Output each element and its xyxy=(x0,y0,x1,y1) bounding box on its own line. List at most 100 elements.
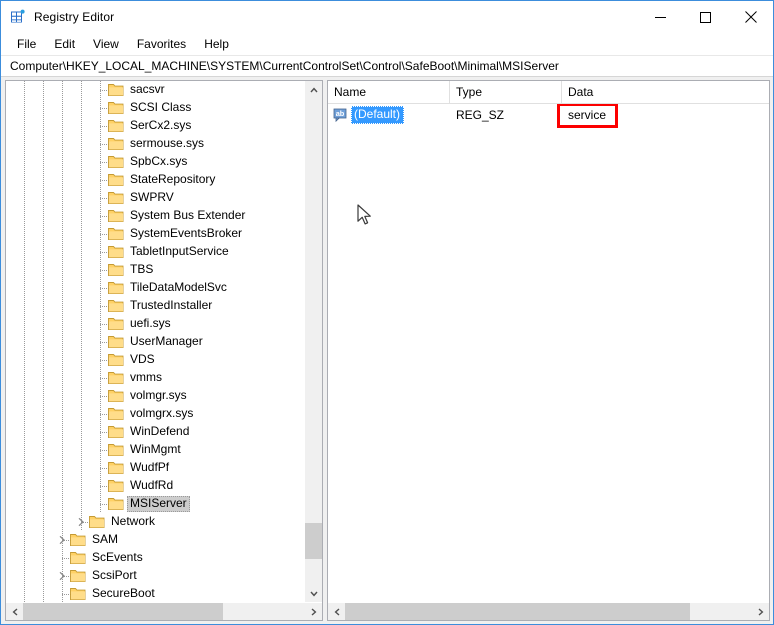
value-list[interactable]: ab (Default) REG_SZ service xyxy=(328,104,769,126)
list-hscroll-thumb[interactable] xyxy=(345,603,690,620)
window-controls xyxy=(638,1,773,33)
tree-item-staterepository[interactable]: StateRepository xyxy=(6,171,304,189)
tree-item-scsi-class[interactable]: SCSI Class xyxy=(6,99,304,117)
value-list-header: Name Type Data xyxy=(328,81,769,104)
menu-item-view[interactable]: View xyxy=(84,35,128,54)
tree-guide-line xyxy=(43,315,44,333)
tree-item-scevents[interactable]: ScEvents xyxy=(6,549,304,567)
tree-item-vmms[interactable]: vmms xyxy=(6,369,304,387)
close-button[interactable] xyxy=(728,1,773,33)
tree-hscroll-thumb[interactable] xyxy=(23,603,223,620)
list-hscroll-track[interactable] xyxy=(345,603,752,620)
value-list-scroll-area: ab (Default) REG_SZ service xyxy=(328,104,769,602)
tree-item-sacsvr[interactable]: sacsvr xyxy=(6,81,304,99)
tree-horizontal-scrollbar[interactable] xyxy=(6,602,322,620)
tree-item-usermanager[interactable]: UserManager xyxy=(6,333,304,351)
tree-item-volmgrx-sys[interactable]: volmgrx.sys xyxy=(6,405,304,423)
column-header-data[interactable]: Data xyxy=(562,81,769,103)
folder-icon xyxy=(108,191,124,205)
tree-item-label: TileDataModelSvc xyxy=(130,280,227,294)
tree-item-label: ScsiPort xyxy=(92,568,137,582)
tree-scroll-right-button[interactable] xyxy=(305,603,322,620)
tree-scroll-area: sacsvr SCSI Class SerCx2.sys sermouse.sys Sp… xyxy=(6,81,304,602)
tree-guide-line xyxy=(81,99,82,117)
tree-item-wudfpf[interactable]: WudfPf xyxy=(6,459,304,477)
menu-item-help[interactable]: Help xyxy=(195,35,238,54)
tree-scroll-left-button[interactable] xyxy=(6,603,23,620)
tree-guide-line xyxy=(43,189,44,207)
folder-icon xyxy=(108,371,124,385)
minimize-button[interactable] xyxy=(638,1,683,33)
menu-item-favorites[interactable]: Favorites xyxy=(128,35,195,54)
tree-item-sam[interactable]: SAM xyxy=(6,531,304,549)
tree-expand-toggle[interactable] xyxy=(54,531,70,549)
tree-vscroll-track[interactable] xyxy=(305,98,322,585)
tree-guide-line xyxy=(81,441,82,459)
tree-guide-line xyxy=(62,369,63,387)
tree-guide-line xyxy=(62,297,63,315)
folder-icon xyxy=(108,137,124,151)
tree-scroll-down-button[interactable] xyxy=(305,585,322,602)
tree-item-label: SecureBoot xyxy=(92,586,155,600)
tree-item-uefi-sys[interactable]: uefi.sys xyxy=(6,315,304,333)
list-scroll-left-button[interactable] xyxy=(328,603,345,620)
tree-guide-line xyxy=(81,117,82,135)
tree-guide-line xyxy=(43,225,44,243)
value-name-cell[interactable]: ab (Default) xyxy=(328,104,450,126)
tree-item-scsiport[interactable]: ScsiPort xyxy=(6,567,304,585)
tree-item-wudfrd[interactable]: WudfRd xyxy=(6,477,304,495)
tree-item-winmgmt[interactable]: WinMgmt xyxy=(6,441,304,459)
tree-item-sercx2-sys[interactable]: SerCx2.sys xyxy=(6,117,304,135)
tree-item-volmgr-sys[interactable]: volmgr.sys xyxy=(6,387,304,405)
tree-guide-line xyxy=(81,189,82,207)
tree-guide-line xyxy=(24,585,25,602)
value-row[interactable]: ab (Default) REG_SZ service xyxy=(328,104,769,126)
column-header-name[interactable]: Name xyxy=(328,81,450,103)
window-title: Registry Editor xyxy=(34,10,115,24)
tree-item-trustedinstaller[interactable]: TrustedInstaller xyxy=(6,297,304,315)
tree-twisty-placeholder xyxy=(92,405,108,423)
column-header-type[interactable]: Type xyxy=(450,81,562,103)
tree-guide-line xyxy=(43,549,44,567)
tree-item-system-bus-extender[interactable]: System Bus Extender xyxy=(6,207,304,225)
tree-item-spbcx-sys[interactable]: SpbCx.sys xyxy=(6,153,304,171)
tree-guide-line xyxy=(24,171,25,189)
tree-expand-toggle[interactable] xyxy=(54,567,70,585)
chevron-up-icon xyxy=(309,87,318,92)
tree-item-windefend[interactable]: WinDefend xyxy=(6,423,304,441)
list-scroll-right-button[interactable] xyxy=(752,603,769,620)
tree-guide-line xyxy=(81,333,82,351)
tree-expand-toggle[interactable] xyxy=(73,513,89,531)
registry-tree[interactable]: sacsvr SCSI Class SerCx2.sys sermouse.sys Sp… xyxy=(6,81,304,602)
tree-guide-line xyxy=(62,99,63,117)
tree-item-tabletinputservice[interactable]: TabletInputService xyxy=(6,243,304,261)
tree-item-sermouse-sys[interactable]: sermouse.sys xyxy=(6,135,304,153)
value-list-horizontal-scrollbar[interactable] xyxy=(328,602,769,620)
tree-item-msiserver[interactable]: MSIServer xyxy=(6,495,304,513)
address-bar[interactable]: Computer\HKEY_LOCAL_MACHINE\SYSTEM\Curre… xyxy=(1,56,773,77)
tree-item-vds[interactable]: VDS xyxy=(6,351,304,369)
tree-twisty-placeholder xyxy=(92,117,108,135)
maximize-button[interactable] xyxy=(683,1,728,33)
tree-vscroll-thumb[interactable] xyxy=(305,523,322,559)
menu-item-edit[interactable]: Edit xyxy=(45,35,84,54)
tree-twisty-placeholder xyxy=(92,171,108,189)
tree-hscroll-track[interactable] xyxy=(23,603,305,620)
tree-guide-line xyxy=(62,81,63,99)
tree-item-swprv[interactable]: SWPRV xyxy=(6,189,304,207)
tree-item-systemeventsbroker[interactable]: SystemEventsBroker xyxy=(6,225,304,243)
tree-guide-line xyxy=(62,423,63,441)
tree-scroll-up-button[interactable] xyxy=(305,81,322,98)
tree-twisty-placeholder xyxy=(92,297,108,315)
tree-item-tiledatamodelsvc[interactable]: TileDataModelSvc xyxy=(6,279,304,297)
folder-icon xyxy=(108,443,124,457)
tree-item-tbs[interactable]: TBS xyxy=(6,261,304,279)
tree-item-label: SerCx2.sys xyxy=(130,118,192,132)
menu-item-file[interactable]: File xyxy=(8,35,45,54)
tree-item-secureboot[interactable]: SecureBoot xyxy=(6,585,304,602)
chevron-left-icon xyxy=(334,607,339,616)
folder-icon xyxy=(108,407,124,421)
tree-guide-line xyxy=(62,135,63,153)
tree-vertical-scrollbar[interactable] xyxy=(304,81,322,602)
tree-item-network[interactable]: Network xyxy=(6,513,304,531)
